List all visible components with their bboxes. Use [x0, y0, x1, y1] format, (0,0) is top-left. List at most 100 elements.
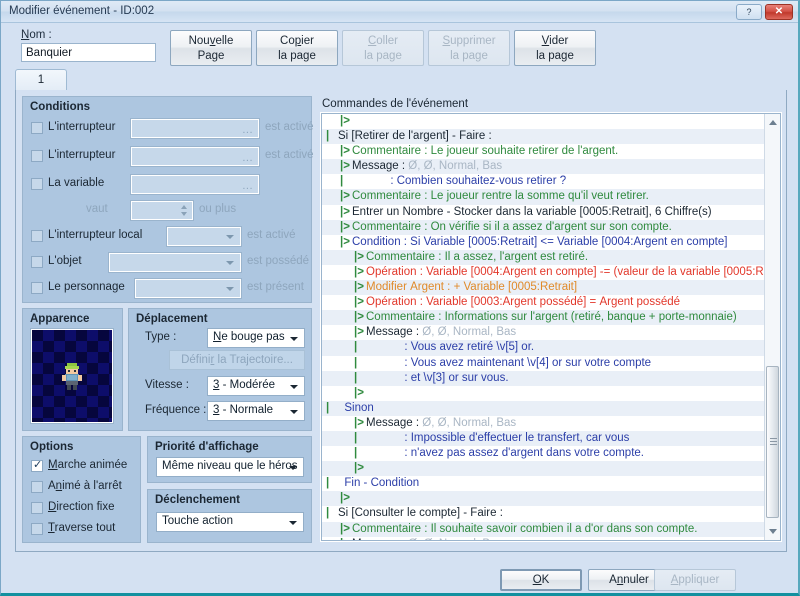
name-input[interactable]	[21, 43, 156, 62]
ellipsis-icon: ...	[242, 180, 253, 192]
character-sprite-preview[interactable]	[30, 328, 114, 424]
triangle-up-icon	[769, 120, 777, 125]
command-row[interactable]: | : Impossible d'effectuer le transfert,…	[322, 430, 766, 447]
condition-checkbox-local-switch[interactable]	[31, 230, 43, 242]
tab-page-1[interactable]: 1	[15, 69, 67, 91]
command-row[interactable]: |>	[322, 386, 766, 401]
movement-speed-combo[interactable]: 3 - Modérée	[207, 376, 305, 396]
indent-marker: |>	[354, 281, 364, 294]
command-row[interactable]: | Fin - Condition	[322, 476, 766, 491]
indent-marker: |	[354, 356, 358, 369]
command-row[interactable]: |> Commentaire : Le joueur rentre la somm…	[322, 189, 766, 205]
option-checkbox-fixed-direction[interactable]	[31, 502, 43, 514]
scrollbar-thumb[interactable]	[766, 366, 779, 518]
indent-marker: |	[354, 371, 358, 384]
command-row[interactable]: |>	[322, 491, 766, 507]
command-text: Message :	[366, 416, 423, 429]
command-row[interactable]: |>Message : Ø, Ø, Normal, Bas	[322, 537, 766, 540]
help-button[interactable]: ?	[736, 4, 762, 20]
condition-switch-1-input[interactable]: ...	[130, 118, 260, 139]
command-row[interactable]: | : n'avez pas assez d'argent dans votre…	[322, 446, 766, 461]
command-text: Commentaire : Le joueur rentre la somme …	[352, 190, 649, 203]
spinner-up-icon[interactable]	[181, 205, 187, 209]
paste-page-line1: Coller	[367, 35, 399, 47]
command-row[interactable]: |>Message : Ø, Ø, Normal, Bas	[322, 159, 766, 175]
condition-local-switch-combo[interactable]	[166, 226, 242, 247]
spinner-down-icon[interactable]	[181, 212, 187, 216]
command-params: Ø, Ø, Normal, Bas	[422, 416, 517, 429]
option-label-walk-anim: Marche animée	[48, 459, 128, 471]
command-row[interactable]: |> Condition : Si Variable [0005:Retrait]…	[322, 235, 766, 250]
command-row[interactable]: |> Entrer un Nombre - Stocker dans la var…	[322, 205, 766, 220]
command-text: : Vous avez retiré \v[5] or.	[366, 341, 535, 354]
command-row[interactable]: | Si [Retirer de l'argent] - Faire :	[322, 129, 766, 145]
event-commands-box[interactable]: |> | Si [Retirer de l'argent] - Faire : |> C…	[320, 112, 782, 542]
command-row[interactable]: |> Commentaire : Il souhaite savoir combi…	[322, 521, 766, 537]
scroll-down-button[interactable]	[765, 524, 780, 540]
command-row[interactable]: | Si [Consulter le compte] - Faire :	[322, 506, 766, 521]
condition-label-vaut: vaut	[86, 203, 108, 215]
condition-switch-2-input[interactable]: ...	[130, 146, 260, 167]
condition-row-variable-value: vaut ou plus	[31, 200, 306, 221]
scroll-up-button[interactable]	[765, 114, 780, 130]
command-row[interactable]: |> Opération : Variable [0003:Argent poss…	[322, 295, 766, 310]
conditions-title: Conditions	[30, 101, 91, 113]
command-row[interactable]: |> Opération : Variable [0004:Argent en c…	[322, 265, 766, 280]
command-params: Ø, Ø, Normal, Bas	[408, 538, 502, 540]
trigger-combo[interactable]: Touche action	[156, 512, 304, 532]
option-checkbox-stepping-anim[interactable]	[31, 481, 43, 493]
command-row[interactable]: |>	[322, 461, 766, 477]
indent-marker: |	[340, 175, 344, 188]
command-row[interactable]: |> Commentaire : Informations sur l'argen…	[322, 310, 766, 326]
triangle-down-icon	[769, 529, 777, 534]
condition-checkbox-switch-2[interactable]	[31, 150, 43, 162]
command-row[interactable]: | : Vous avez retiré \v[5] or.	[322, 340, 766, 356]
condition-row-switch-2: L'interrupteur ... est activé	[31, 146, 314, 167]
command-row[interactable]: | Sinon	[322, 400, 766, 416]
command-row[interactable]: |> Commentaire : Il a assez, l'argent est…	[322, 249, 766, 265]
condition-checkbox-actor[interactable]	[31, 282, 43, 294]
indent-marker: |>	[354, 416, 364, 429]
command-row[interactable]: |> Commentaire : Le joueur souhaite retir…	[322, 144, 766, 159]
command-row[interactable]: | : Vous avez maintenant \v[4] or sur vo…	[322, 356, 766, 371]
command-row[interactable]: | : Combien souhaitez-vous retirer ?	[322, 174, 766, 189]
command-row[interactable]: |>	[322, 114, 766, 129]
condition-row-actor: Le personnage est présent	[31, 278, 306, 299]
ok-button[interactable]: OK	[500, 569, 582, 591]
priority-combo[interactable]: Même niveau que le héros	[156, 457, 304, 477]
new-page-button[interactable]: Nouvelle Page	[170, 30, 252, 66]
command-row[interactable]: |>Message : Ø, Ø, Normal, Bas	[322, 416, 766, 431]
condition-actor-combo[interactable]	[134, 278, 242, 299]
copy-page-button[interactable]: Copier la page	[256, 30, 338, 66]
condition-checkbox-switch-1[interactable]	[31, 122, 43, 134]
movement-type-combo[interactable]: Ne bouge pas	[207, 328, 305, 348]
clear-page-button[interactable]: Vider la page	[514, 30, 596, 66]
indent-marker: |>	[340, 537, 352, 540]
command-row[interactable]: | : et \v[3] or sur vous.	[322, 370, 766, 386]
priority-group: Priorité d'affichage Même niveau que le …	[147, 436, 312, 483]
indent-marker: |>	[340, 220, 350, 233]
command-row[interactable]: |> Modifier Argent : + Variable [0005:Ret…	[322, 280, 766, 296]
ok-label: OK	[532, 574, 550, 586]
command-row[interactable]: |> Commentaire : On vérifie si il a assez…	[322, 219, 766, 235]
condition-variable-value-spinner[interactable]	[130, 200, 194, 221]
title-bar: Modifier événement - ID:002 ? ✕	[1, 1, 798, 23]
condition-checkbox-variable[interactable]	[31, 178, 43, 190]
condition-checkbox-item[interactable]	[31, 256, 43, 268]
commands-scrollbar[interactable]	[764, 114, 780, 540]
delete-page-line2: la page	[450, 50, 488, 62]
command-row[interactable]: |>Message : Ø, Ø, Normal, Bas	[322, 325, 766, 340]
condition-label-item: L'objet	[48, 255, 82, 267]
event-commands-list[interactable]: |> | Si [Retirer de l'argent] - Faire : |> C…	[322, 114, 766, 540]
movement-frequency-combo[interactable]: 3 - Normale	[207, 401, 305, 421]
condition-suffix-switch-1: est activé	[265, 121, 314, 133]
command-text: Commentaire : Il souhaite savoir combien…	[352, 522, 698, 535]
conditions-group: Conditions L'interrupteur ... est activé…	[22, 96, 314, 303]
movement-frequency-label: Fréquence :	[145, 404, 207, 416]
close-button[interactable]: ✕	[765, 4, 793, 20]
condition-item-combo[interactable]	[108, 252, 242, 273]
condition-variable-input[interactable]: ...	[130, 174, 260, 195]
option-checkbox-walk-anim[interactable]	[31, 458, 43, 472]
option-checkbox-through[interactable]	[31, 523, 43, 535]
appearance-group: Apparence	[22, 308, 123, 431]
